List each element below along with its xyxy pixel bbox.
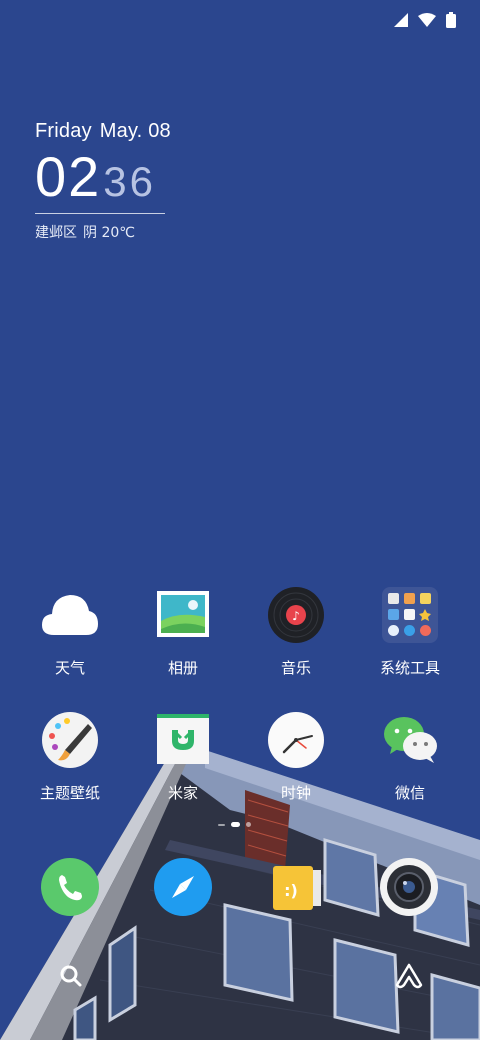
app-music[interactable]: ♪ 音乐 <box>246 585 346 678</box>
home-screen: Friday May. 08 0236 建邺区阴 20℃ 天气 相册 ♪ 音乐 … <box>0 0 480 1040</box>
svg-text:♪: ♪ <box>292 609 300 623</box>
date-text: May. 08 <box>99 120 171 142</box>
widget-divider <box>35 213 165 214</box>
app-mijia[interactable]: 米家 <box>133 710 233 803</box>
time-display: 0236 <box>35 149 235 205</box>
app-gallery[interactable]: 相册 <box>133 585 233 678</box>
mijia-icon <box>153 710 213 770</box>
page-dot <box>218 823 225 826</box>
clock-icon <box>266 710 326 770</box>
app-folder-system-tools[interactable]: 系统工具 <box>360 585 460 678</box>
app-weather[interactable]: 天气 <box>20 585 120 678</box>
weather-text: 阴 20℃ <box>83 225 135 241</box>
svg-text::): :) <box>284 881 298 900</box>
weather-cloud-icon <box>40 585 100 645</box>
wechat-icon <box>380 710 440 770</box>
system-tools-folder-icon <box>380 585 440 645</box>
app-label: 系统工具 <box>379 659 440 677</box>
app-label: 主题壁纸 <box>39 784 100 802</box>
dock-browser[interactable] <box>154 858 212 916</box>
music-disc-icon: ♪ <box>266 585 326 645</box>
dock-camera[interactable] <box>380 858 438 916</box>
app-label: 天气 <box>54 659 85 677</box>
page-dot <box>246 822 251 827</box>
page-dot-active <box>231 822 240 827</box>
camera-icon <box>380 858 438 916</box>
search-icon[interactable] <box>56 961 86 991</box>
themes-palette-icon <box>40 710 100 770</box>
assistant-icon[interactable] <box>394 961 424 991</box>
battery-icon <box>446 12 456 28</box>
app-label: 微信 <box>394 784 425 802</box>
dock-phone[interactable] <box>41 858 99 916</box>
time-minutes: 36 <box>103 158 157 205</box>
status-bar <box>394 12 456 28</box>
app-label: 米家 <box>167 784 198 802</box>
gallery-icon <box>153 585 213 645</box>
wifi-icon <box>418 13 436 27</box>
day-of-week: Friday <box>35 120 92 142</box>
date-line: Friday May. 08 <box>35 120 235 143</box>
time-hours: 02 <box>35 145 102 208</box>
app-label: 时钟 <box>280 784 311 802</box>
app-label: 音乐 <box>280 659 311 677</box>
dock-notes[interactable]: :) <box>267 858 325 916</box>
clock-weather-widget[interactable]: Friday May. 08 0236 建邺区阴 20℃ <box>35 120 235 242</box>
browser-compass-icon <box>154 858 212 916</box>
page-indicator[interactable] <box>218 822 251 827</box>
app-themes[interactable]: 主题壁纸 <box>20 710 120 803</box>
location-text: 建邺区 <box>35 225 77 241</box>
cellular-signal-icon <box>394 13 408 27</box>
notes-icon: :) <box>273 866 321 910</box>
weather-line: 建邺区阴 20℃ <box>35 222 235 242</box>
app-wechat[interactable]: 微信 <box>360 710 460 803</box>
phone-icon <box>41 858 99 916</box>
app-label: 相册 <box>167 659 198 677</box>
app-clock[interactable]: 时钟 <box>246 710 346 803</box>
